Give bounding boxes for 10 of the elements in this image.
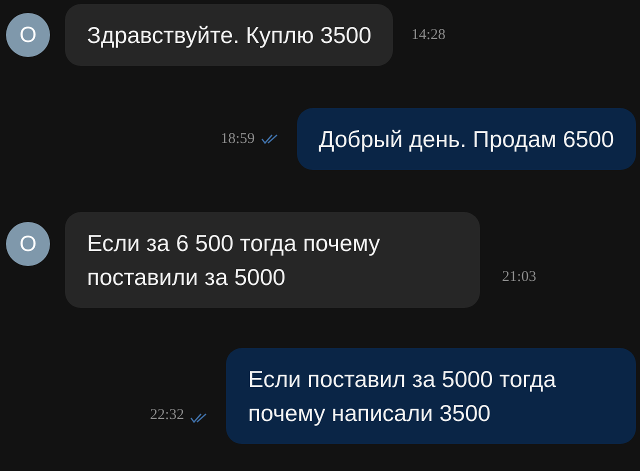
message-time: 21:03: [502, 269, 536, 286]
message-time: 18:59: [220, 130, 255, 148]
message-bubble: Добрый день. Продам 6500: [296, 108, 636, 170]
avatar[interactable]: О: [6, 13, 50, 57]
message-time: 22:32: [150, 407, 184, 424]
message-bubble: Если за 6 500 тогда почему поставили за 5000: [65, 212, 480, 308]
message-bubble: Если поставил за 5000 тогда почему написали 3500: [226, 348, 636, 444]
message-bubble: Здравствуйте. Куплю 3500: [65, 4, 394, 66]
avatar[interactable]: О: [6, 222, 50, 266]
message-time: 14:28: [411, 26, 446, 44]
